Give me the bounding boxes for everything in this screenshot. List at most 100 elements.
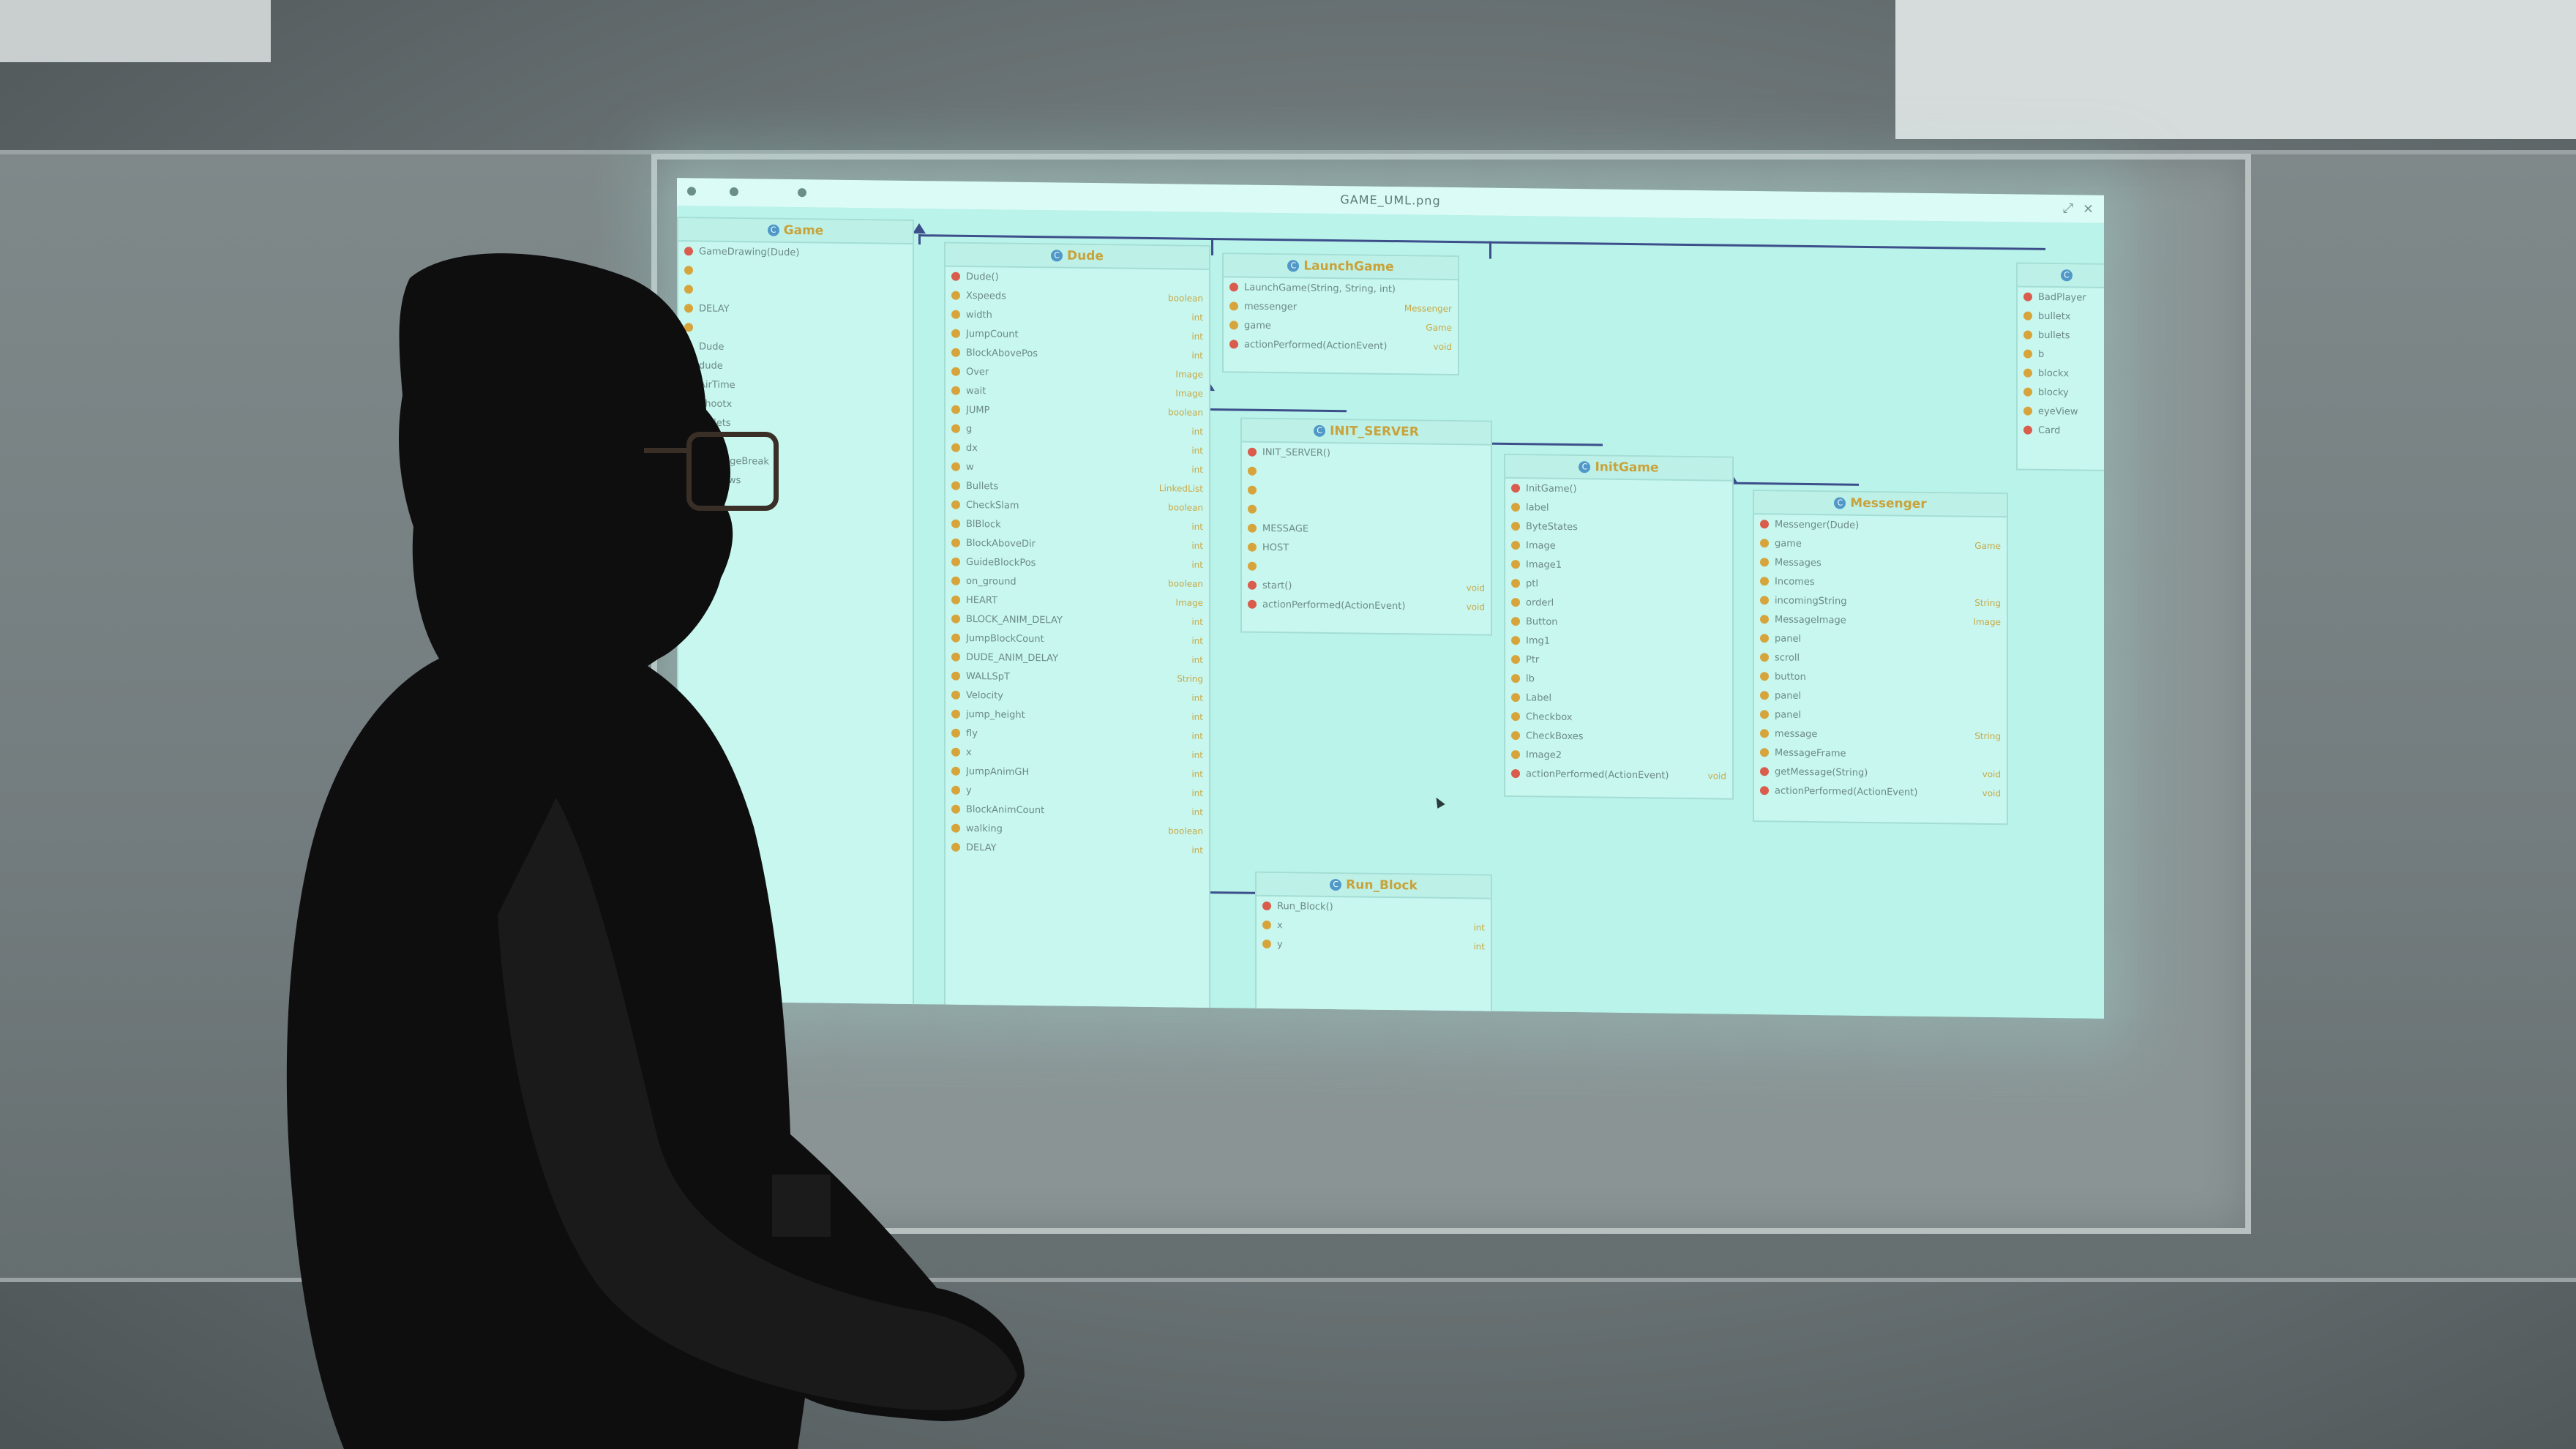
member-type: void: [1982, 787, 2001, 799]
field-icon: [1760, 539, 1769, 548]
field-icon: [951, 462, 960, 471]
uml-class-game[interactable]: C Game GameDrawing(Dude) DELAY Dude dude…: [677, 217, 914, 1014]
member-label: Ptr: [1526, 654, 1540, 665]
field-icon: [951, 709, 960, 719]
member-label: Messages: [1775, 556, 1821, 569]
class-member: blockx: [2018, 363, 2104, 383]
member-label: [699, 270, 907, 272]
class-member: ptl: [1505, 574, 1732, 596]
member-type: Image: [1175, 388, 1203, 399]
uml-class-run-block[interactable]: C Run_Block Run_Block() x int y int: [1255, 871, 1492, 1019]
class-member: HOST: [1242, 538, 1491, 560]
member-label: [1262, 566, 1485, 569]
class-header: C Messenger: [1754, 491, 2007, 518]
member-type: Image: [1175, 369, 1203, 380]
uml-class-messenger[interactable]: C Messenger Messenger(Dude) game Game Mes…: [1753, 490, 2008, 825]
member-label: Dude: [699, 340, 724, 353]
field-icon: [684, 285, 693, 294]
member-label: on_ground: [966, 575, 1016, 588]
member-label: y: [966, 785, 972, 796]
class-c-icon: C: [1330, 878, 1342, 891]
class-header: C INIT_SERVER: [1242, 419, 1491, 446]
class-member: InitGame(): [1505, 479, 1732, 501]
member-label: x: [1277, 919, 1283, 931]
field-icon: [1760, 691, 1769, 700]
uml-class-dude[interactable]: C Dude Dude() Xspeeds boolean width int Ju…: [944, 242, 1210, 1016]
member-label: Incomes: [1775, 575, 1815, 588]
field-icon: [1511, 750, 1520, 760]
member-label: AirTime: [699, 378, 735, 391]
class-c-icon: C: [1314, 424, 1326, 437]
class-member: ByteStates: [1505, 517, 1732, 539]
member-label: JumpAnimGH: [966, 765, 1030, 778]
field-icon: [684, 323, 693, 332]
uml-class-partial[interactable]: C BadPlayer bulletx bullets b blockx blo…: [2016, 262, 2104, 472]
member-type: int: [1473, 922, 1485, 933]
member-label: fly: [966, 727, 978, 739]
member-label: walking: [966, 823, 1003, 835]
member-label: MESSAGE: [1262, 523, 1309, 535]
class-member: game Game: [1224, 315, 1458, 337]
class-member: x int: [1257, 916, 1491, 937]
member-type: int: [1191, 616, 1203, 627]
member-type: boolean: [1168, 407, 1203, 418]
member-type: int: [1191, 768, 1203, 779]
constructor-icon: [1511, 484, 1520, 493]
member-label: DELAY: [699, 302, 730, 315]
uml-class-launchgame[interactable]: C LaunchGame LaunchGame(String, String, …: [1222, 252, 1459, 376]
member-label: Checkbox: [1526, 711, 1573, 723]
eyeglasses: [686, 432, 779, 511]
member-type: void: [1707, 771, 1726, 782]
member-label: Over: [966, 366, 989, 378]
ceiling-fixture: [1895, 0, 2576, 139]
member-label: Image2: [1526, 749, 1562, 761]
member-type: int: [1191, 540, 1203, 551]
fullscreen-icon[interactable]: ⤢: [2063, 201, 2073, 216]
uml-class-init-server[interactable]: C INIT_SERVER INIT_SERVER() MESSAGE HOST…: [1240, 417, 1492, 636]
field-icon: [951, 443, 960, 452]
member-label: button: [1775, 670, 1806, 683]
field-icon: [1760, 596, 1769, 605]
member-label: JumpCount: [966, 328, 1019, 340]
member-type: void: [1982, 768, 2001, 780]
member-label: actionPerformed(ActionEvent): [1775, 785, 1918, 798]
class-name: Dude: [1067, 248, 1104, 264]
class-member: MESSAGE: [1242, 519, 1491, 541]
field-icon: [1248, 542, 1257, 552]
member-label: incomingString: [1775, 594, 1847, 607]
method-icon: [1511, 769, 1520, 779]
class-member: actionPerformed(ActionEvent) void: [1754, 781, 2007, 803]
class-member: Card: [2018, 420, 2104, 441]
class-member: [678, 280, 913, 302]
field-icon: [951, 671, 960, 681]
member-label: Img1: [1526, 634, 1551, 647]
member-label: scroll: [1775, 651, 1800, 664]
member-label: Dude(): [966, 271, 999, 282]
field-icon: [1262, 939, 1271, 949]
class-member: Label: [1505, 688, 1732, 710]
field-icon: [1511, 731, 1520, 741]
member-label: panel: [1775, 708, 1802, 721]
field-icon: [1511, 693, 1520, 703]
close-icon[interactable]: ×: [2083, 201, 2094, 217]
class-member: actionPerformed(ActionEvent) void: [1505, 764, 1732, 786]
uml-class-initgame[interactable]: C InitGame InitGame() label ByteStates I…: [1504, 453, 1734, 800]
class-name: Run_Block: [1346, 877, 1418, 894]
field-icon: [951, 367, 960, 376]
member-label: getMessage(String): [1775, 765, 1868, 779]
class-member: Image1: [1505, 555, 1732, 577]
member-label: DELAY: [966, 842, 997, 853]
field-icon: [1248, 523, 1257, 533]
field-icon: [2023, 368, 2032, 378]
field-icon: [1248, 485, 1257, 495]
member-label: HEART: [966, 594, 997, 606]
class-member: Shootx: [678, 394, 913, 416]
class-member: Img1: [1505, 631, 1732, 653]
class-member: Image2: [1505, 745, 1732, 767]
member-label: wait: [966, 385, 986, 397]
constructor-icon: [1262, 901, 1271, 911]
member-type: int: [1473, 941, 1485, 952]
method-icon: [1760, 767, 1769, 776]
field-icon: [1511, 522, 1520, 531]
field-icon: [1248, 561, 1257, 571]
